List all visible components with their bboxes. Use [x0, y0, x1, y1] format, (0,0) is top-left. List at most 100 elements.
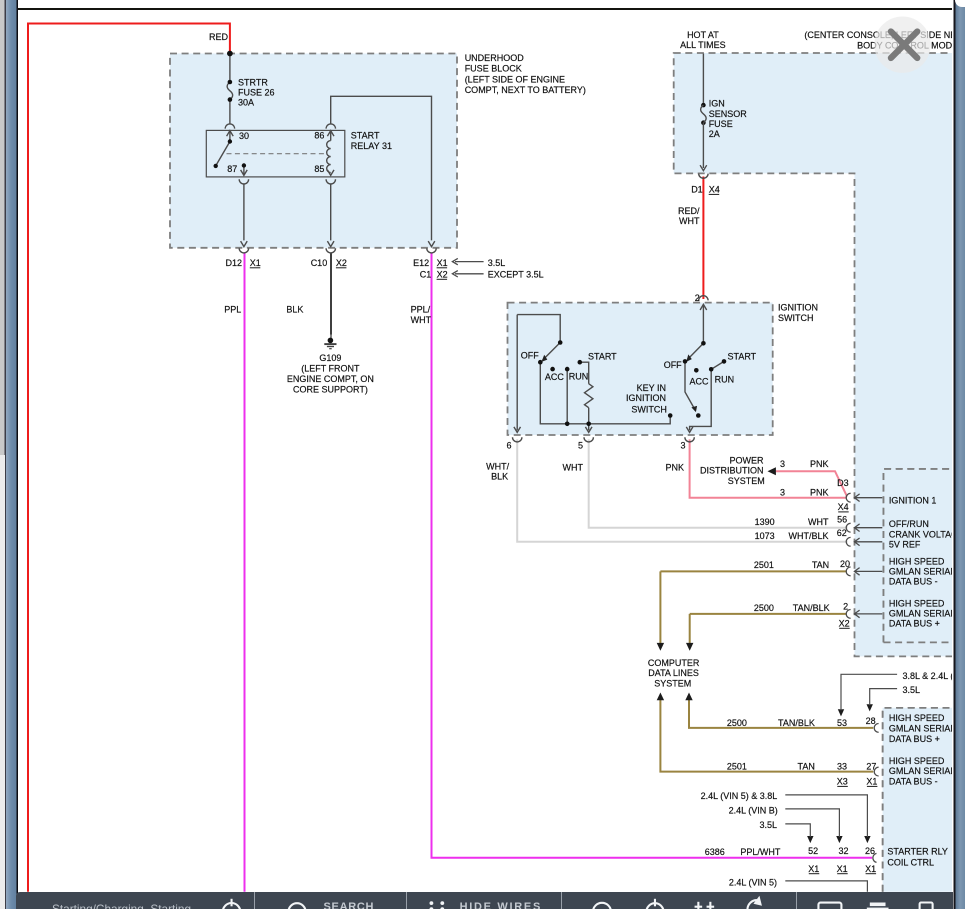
svg-text:1073: 1073	[755, 531, 775, 541]
svg-text:RED: RED	[209, 32, 229, 42]
svg-text:3.5L: 3.5L	[903, 685, 921, 695]
svg-text:WHT/BLK: WHT/BLK	[788, 531, 828, 541]
svg-text:3.5L: 3.5L	[488, 258, 506, 268]
svg-text:HIGH SPEED: HIGH SPEED	[889, 713, 945, 723]
svg-text:OFF: OFF	[664, 360, 682, 370]
svg-text:START: START	[588, 351, 617, 361]
svg-text:D12: D12	[226, 258, 243, 268]
svg-text:2A: 2A	[709, 129, 720, 139]
svg-text:2500: 2500	[754, 603, 774, 613]
svg-text:ACC: ACC	[690, 376, 710, 386]
svg-text:X1: X1	[808, 864, 819, 874]
svg-text:HIGH SPEED: HIGH SPEED	[889, 556, 945, 566]
svg-text:DATA BUS -: DATA BUS -	[889, 577, 938, 587]
svg-text:PNK: PNK	[810, 487, 829, 497]
svg-text:TAN: TAN	[798, 761, 815, 771]
svg-text:X2: X2	[336, 258, 347, 268]
svg-text:GMLAN SERIAL: GMLAN SERIAL	[889, 724, 956, 734]
svg-text:ALL TIMES: ALL TIMES	[680, 40, 726, 50]
svg-text:X1: X1	[866, 777, 877, 787]
svg-text:OFF: OFF	[521, 350, 539, 360]
svg-text:C10: C10	[311, 258, 328, 268]
svg-text:3.8L & 2.4L (: 3.8L & 2.4L (	[903, 671, 954, 681]
svg-text:SWITCH: SWITCH	[631, 405, 667, 415]
svg-text:C1: C1	[420, 270, 432, 280]
svg-text:20: 20	[840, 559, 850, 569]
svg-text:STARTER RLY: STARTER RLY	[887, 847, 948, 857]
svg-text:30: 30	[239, 131, 249, 141]
svg-text:ACC: ACC	[545, 372, 565, 382]
svg-text:PNK: PNK	[810, 459, 829, 469]
svg-text:RED/: RED/	[678, 206, 700, 216]
svg-text:G109: G109	[319, 353, 341, 363]
svg-text:X3: X3	[837, 777, 848, 787]
svg-text:2.4L (VIN 5) & 3.8L: 2.4L (VIN 5) & 3.8L	[701, 791, 778, 801]
svg-text:26: 26	[865, 846, 875, 856]
svg-text:30A: 30A	[238, 98, 254, 108]
svg-text:1390: 1390	[755, 517, 775, 527]
svg-text:32: 32	[838, 846, 848, 856]
svg-text:85: 85	[314, 164, 324, 174]
svg-text:28: 28	[866, 716, 876, 726]
svg-text:ENGINE COMPT, ON: ENGINE COMPT, ON	[287, 374, 374, 384]
svg-text:X4: X4	[709, 185, 720, 195]
svg-text:62: 62	[837, 528, 847, 538]
svg-text:GMLAN SERIAL: GMLAN SERIAL	[889, 609, 956, 619]
svg-text:3: 3	[680, 440, 685, 450]
svg-text:X1: X1	[865, 864, 876, 874]
svg-text:DATA BUS -: DATA BUS -	[889, 777, 938, 787]
svg-text:X1: X1	[837, 864, 848, 874]
svg-text:53: 53	[837, 718, 847, 728]
svg-text:X2: X2	[839, 619, 850, 629]
svg-text:COMPT, NEXT TO BATTERY): COMPT, NEXT TO BATTERY)	[465, 85, 586, 95]
svg-text:RELAY 31: RELAY 31	[351, 141, 392, 151]
svg-text:FUSE BLOCK: FUSE BLOCK	[465, 64, 522, 74]
svg-text:WHT: WHT	[563, 463, 584, 473]
svg-text:6: 6	[506, 440, 511, 450]
svg-text:CORE SUPPORT): CORE SUPPORT)	[293, 384, 368, 394]
svg-text:BLK: BLK	[491, 472, 508, 482]
svg-text:FUSE 26: FUSE 26	[238, 88, 275, 98]
svg-text:X1: X1	[250, 258, 261, 268]
svg-text:3.5L: 3.5L	[759, 820, 777, 830]
svg-text:PPL: PPL	[224, 305, 241, 315]
svg-text:IGNITION: IGNITION	[626, 393, 666, 403]
svg-text:IGN: IGN	[709, 99, 725, 109]
svg-text:2500: 2500	[727, 718, 747, 728]
svg-text:HOT AT: HOT AT	[687, 30, 719, 40]
svg-text:UNDERHOOD: UNDERHOOD	[465, 53, 525, 63]
svg-text:BLK: BLK	[286, 305, 303, 315]
svg-text:DATA LINES: DATA LINES	[648, 668, 699, 678]
svg-text:WHT/: WHT/	[486, 461, 509, 471]
svg-text:WHT: WHT	[808, 517, 829, 527]
svg-text:5: 5	[578, 440, 583, 450]
svg-text:D1: D1	[691, 185, 703, 195]
svg-text:D3: D3	[837, 478, 849, 488]
svg-text:56: 56	[837, 514, 847, 524]
svg-text:SENSOR: SENSOR	[709, 109, 748, 119]
svg-text:WHT: WHT	[679, 216, 700, 226]
svg-text:52: 52	[808, 846, 818, 856]
svg-text:RUN: RUN	[569, 371, 589, 381]
svg-text:(LEFT SIDE OF ENGINE: (LEFT SIDE OF ENGINE	[465, 74, 565, 84]
svg-text:TAN/BLK: TAN/BLK	[793, 603, 830, 613]
svg-text:SYSTEM: SYSTEM	[654, 679, 691, 689]
svg-text:PPL/WHT: PPL/WHT	[740, 847, 781, 857]
svg-text:86: 86	[314, 131, 324, 141]
svg-text:COIL CTRL: COIL CTRL	[887, 857, 934, 867]
svg-text:(LEFT FRONT: (LEFT FRONT	[301, 363, 360, 373]
svg-text:87: 87	[227, 164, 237, 174]
svg-text:STRTR: STRTR	[238, 78, 268, 88]
svg-text:TAN/BLK: TAN/BLK	[778, 718, 815, 728]
svg-text:IGNITION: IGNITION	[778, 303, 818, 313]
svg-text:33: 33	[837, 761, 847, 771]
svg-text:E12: E12	[413, 258, 429, 268]
svg-text:PPL/: PPL/	[411, 305, 431, 315]
svg-text:SWITCH: SWITCH	[778, 313, 814, 323]
svg-text:KEY IN: KEY IN	[637, 383, 666, 393]
svg-text:GMLAN SERIAL: GMLAN SERIAL	[889, 567, 956, 577]
svg-text:DATA BUS +: DATA BUS +	[889, 734, 940, 744]
svg-text:FUSE: FUSE	[709, 119, 733, 129]
svg-text:2.4L (VIN B): 2.4L (VIN B)	[729, 806, 778, 816]
svg-text:COMPUTER: COMPUTER	[648, 658, 700, 668]
